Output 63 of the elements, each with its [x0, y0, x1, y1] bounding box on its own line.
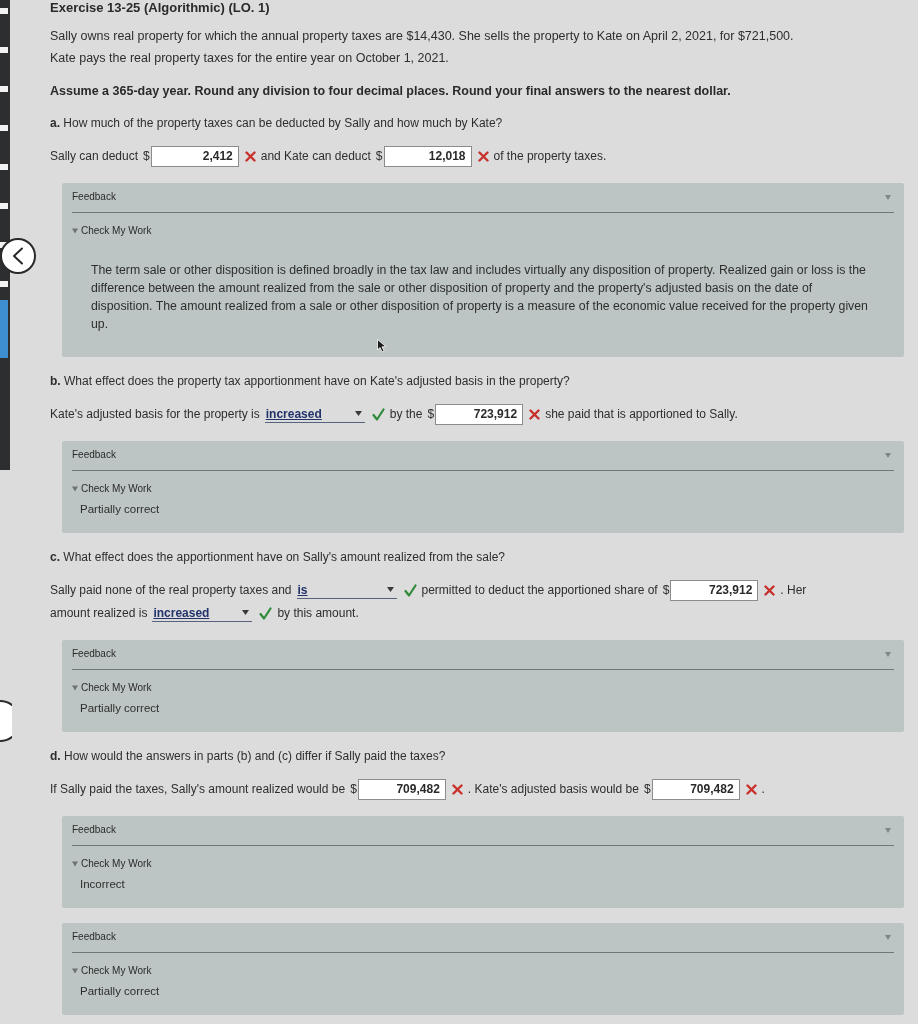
answer-text: . Her — [780, 582, 807, 599]
caret-down-icon — [386, 587, 394, 592]
answer-input[interactable]: 2,412 — [150, 145, 239, 167]
feedback-label: Feedback — [72, 191, 116, 203]
feedback-label: Feedback — [72, 449, 116, 461]
dropdown[interactable]: increased — [152, 604, 253, 622]
answer-input[interactable]: 723,912 — [435, 403, 524, 425]
feedback-result: Partially correct — [79, 701, 161, 716]
caret-down-icon[interactable] — [885, 935, 891, 940]
answer-text: Sally can deduct — [50, 148, 139, 165]
feedback-result: Partially correct — [79, 984, 161, 999]
answer-text: . — [761, 781, 765, 798]
dropdown[interactable]: increased — [264, 405, 365, 423]
answer-text: permitted to deduct the apportioned share of — [421, 582, 658, 599]
answer-input[interactable]: 12,018 — [383, 145, 472, 167]
round-button-edge[interactable] — [0, 700, 12, 742]
answer-text: If Sally paid the taxes, Sally's amount realized would be — [50, 781, 346, 798]
currency-symbol: $ — [427, 406, 435, 423]
check-my-work-toggle[interactable]: Check My Work — [72, 483, 152, 495]
answer-text: amount realized is — [50, 605, 148, 622]
answer-input[interactable]: 709,482 — [357, 778, 446, 800]
answer-text: . Kate's adjusted basis would be — [467, 781, 639, 798]
check-my-work-toggle[interactable]: Check My Work — [72, 225, 152, 237]
currency-symbol: $ — [350, 781, 357, 798]
caret-down-icon[interactable] — [885, 652, 891, 657]
dropdown[interactable]: is — [296, 581, 397, 599]
feedback-label: Feedback — [72, 648, 116, 660]
answer-text: Sally paid none of the real property taxes and — [50, 582, 292, 599]
chevron-left-icon — [12, 247, 24, 265]
check-my-work-toggle[interactable]: Check My Work — [72, 682, 152, 694]
caret-down-icon[interactable] — [885, 828, 891, 833]
back-button[interactable] — [0, 238, 36, 274]
mouse-pointer-icon — [377, 339, 387, 353]
question-text: d. How would the answers in parts (b) and (c) differ if Sally paid the taxes? — [50, 748, 447, 764]
answer-text: Kate's adjusted basis for the property is — [50, 406, 260, 423]
currency-symbol: $ — [643, 781, 651, 798]
answer-text: and Kate can deduct — [260, 148, 371, 165]
answer-text: by the — [389, 406, 423, 423]
check-my-work-toggle[interactable]: Check My Work — [72, 858, 152, 870]
currency-symbol: $ — [375, 148, 383, 165]
feedback-result: Partially correct — [79, 502, 161, 517]
answer-text: she paid that is apportioned to Sally. — [545, 406, 738, 423]
feedback-label: Feedback — [72, 931, 116, 943]
answer-text: by this amount. — [277, 605, 359, 622]
answer-input[interactable]: 723,912 — [670, 579, 759, 601]
caret-down-icon — [354, 411, 362, 416]
caret-down-icon — [242, 610, 250, 615]
currency-symbol: $ — [143, 148, 150, 165]
answer-input[interactable]: 709,482 — [651, 778, 740, 800]
currency-symbol: $ — [662, 582, 670, 599]
question-text: b. What effect does the property tax apportionment have on Kate's adjusted basis in the property? — [50, 373, 571, 389]
feedback-result: Incorrect — [79, 877, 126, 892]
answer-text: of the property taxes. — [493, 148, 607, 165]
instructions-text: Assume a 365-day year. Round any division to four decimal places. Round your final answers to the nearest dollar. — [50, 83, 732, 99]
question-text: a. How much of the property taxes can be deducted by Sally and how much by Kate? — [50, 115, 504, 131]
problem-text: Sally owns real property for which the annual property taxes are $14,430. She sells the property to Kate on April 2, 2021, for $721,500. Kate pays the real property taxes for the entire year on October 1, 2021. — [50, 28, 795, 67]
question-text: c. What effect does the apportionment have on Sally's amount realized from the sale? — [50, 549, 506, 565]
check-my-work-toggle[interactable]: Check My Work — [72, 965, 152, 977]
exercise-title: Exercise 13-25 (Algorithmic) (LO. 1) — [50, 0, 271, 15]
caret-down-icon[interactable] — [885, 453, 891, 458]
caret-down-icon[interactable] — [885, 195, 891, 200]
feedback-explanation: The term sale or other disposition is defined broadly in the tax law and includes virtually any disposition of property. Realized gain or loss is the difference between the amount realized from the sale or other disposition of property and the property's adjusted basis on the date of disposition. The amount realized from a sale or other disposition of property is a measure of the economic value received for the property given up. — [90, 262, 869, 333]
feedback-label: Feedback — [72, 824, 116, 836]
